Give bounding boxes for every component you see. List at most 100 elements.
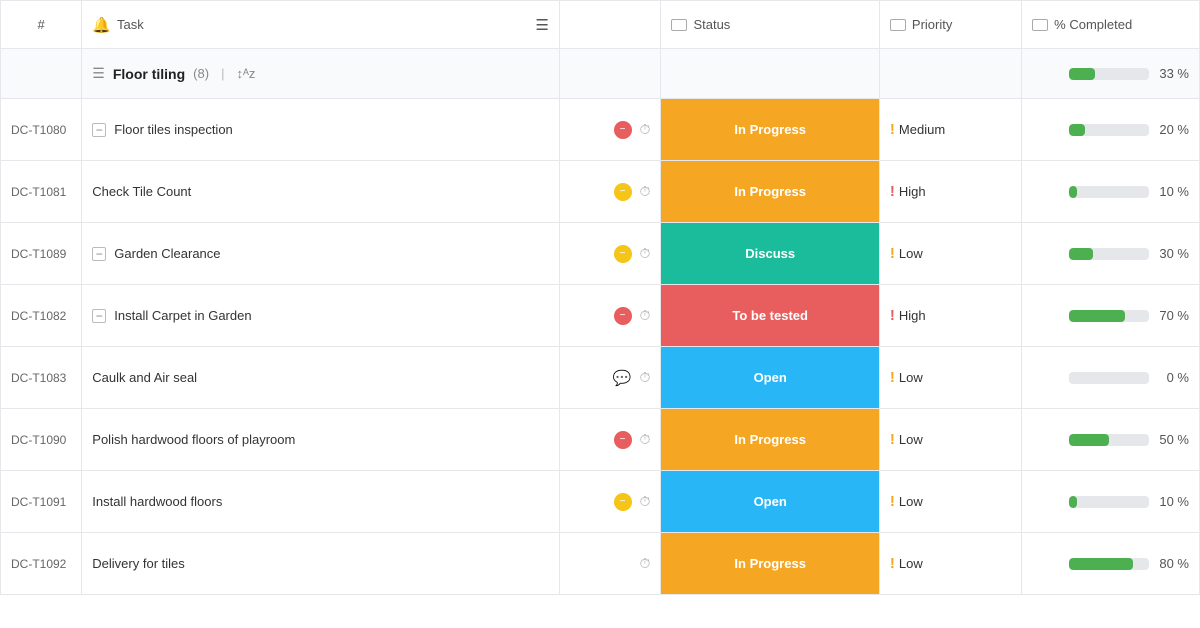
row-task: Polish hardwood floors of playroom	[82, 409, 560, 471]
row-task: Garden Clearance	[82, 223, 560, 285]
sort-az-icon[interactable]: ↕ᴬᴢ	[236, 66, 255, 81]
row-id: DC-T1082	[1, 285, 82, 347]
col-header-icons	[559, 1, 661, 49]
num-header-label: #	[38, 17, 45, 32]
status-badge[interactable]: In Progress	[661, 161, 878, 222]
row-completed: 80 %	[1022, 533, 1200, 595]
priority-label: Low	[899, 494, 923, 509]
progress-bar-bg	[1069, 496, 1149, 508]
task-label: Garden Clearance	[114, 246, 220, 261]
row-icons: −⏱	[559, 471, 661, 533]
row-priority: !Low	[879, 347, 1021, 409]
clock-icon: ⏱	[640, 431, 651, 448]
task-label: Install hardwood floors	[92, 494, 222, 509]
progress-bar-bg	[1069, 248, 1149, 260]
progress-bar-fill	[1069, 496, 1077, 508]
row-status[interactable]: To be tested	[661, 285, 879, 347]
row-priority: !Low	[879, 533, 1021, 595]
table-row: DC-T1081Check Tile Count−⏱In Progress!Hi…	[1, 161, 1200, 223]
group-num-cell	[1, 49, 82, 99]
progress-bar-fill	[1069, 248, 1093, 260]
row-status[interactable]: Open	[661, 471, 879, 533]
row-id: DC-T1083	[1, 347, 82, 409]
progress-bar-bg	[1069, 186, 1149, 198]
col-header-completed: % Completed	[1022, 1, 1200, 49]
col-header-priority: Priority	[879, 1, 1021, 49]
progress-bar-bg	[1069, 434, 1149, 446]
status-dot-red: −	[614, 121, 632, 139]
row-id: DC-T1089	[1, 223, 82, 285]
clock-icon: ⏱	[640, 369, 651, 386]
row-icons: −⏱	[559, 409, 661, 471]
priority-excl-icon: !	[890, 493, 895, 510]
row-completed: 10 %	[1022, 161, 1200, 223]
status-badge[interactable]: In Progress	[661, 409, 878, 470]
row-task: Floor tiles inspection	[82, 99, 560, 161]
row-priority: !Low	[879, 223, 1021, 285]
clock-icon: ⏱	[640, 121, 651, 138]
progress-bar-bg	[1069, 372, 1149, 384]
row-id: DC-T1091	[1, 471, 82, 533]
priority-excl-icon: !	[890, 183, 895, 200]
row-id: DC-T1092	[1, 533, 82, 595]
group-collapse-icon[interactable]: ☰	[92, 65, 105, 82]
table-row: DC-T1090Polish hardwood floors of playro…	[1, 409, 1200, 471]
table-row: DC-T1080Floor tiles inspection−⏱In Progr…	[1, 99, 1200, 161]
table-row: DC-T1089 Garden Clearance −⏱Discuss!Low 30 …	[1, 223, 1200, 285]
chat-icon: 💬	[613, 369, 632, 387]
progress-bar-fill	[1069, 558, 1133, 570]
priority-label: Medium	[899, 122, 945, 137]
bell-icon: 🔔	[92, 16, 111, 34]
clock-icon: ⏱	[640, 555, 651, 572]
task-label: Install Carpet in Garden	[114, 308, 251, 323]
progress-bar-bg	[1069, 310, 1149, 322]
row-task: Check Tile Count	[82, 161, 560, 223]
task-checkbox[interactable]	[92, 309, 106, 323]
table-row: DC-T1083Caulk and Air seal💬⏱Open!Low0 %	[1, 347, 1200, 409]
row-task: Install hardwood floors	[82, 471, 560, 533]
row-priority: ! Low	[879, 471, 1021, 533]
priority-label: High	[899, 308, 926, 323]
row-status[interactable]: In Progress	[661, 99, 879, 161]
status-badge[interactable]: Discuss	[661, 223, 878, 284]
group-priority-cell	[879, 49, 1021, 99]
row-status[interactable]: Discuss	[661, 223, 879, 285]
group-count: (8)	[193, 66, 209, 81]
row-completed: 50 %	[1022, 409, 1200, 471]
row-icons: 💬⏱	[559, 347, 661, 409]
row-status[interactable]: In Progress	[661, 533, 879, 595]
row-completed: 0 %	[1022, 347, 1200, 409]
row-status[interactable]: Open	[661, 347, 879, 409]
row-id: DC-T1081	[1, 161, 82, 223]
row-status[interactable]: In Progress	[661, 161, 879, 223]
task-checkbox[interactable]	[92, 247, 106, 261]
row-priority: ! High	[879, 161, 1021, 223]
status-badge[interactable]: Open	[661, 471, 878, 532]
pct-label: 10 %	[1157, 494, 1189, 509]
group-row: ☰ Floor tiling (8) | ↕ᴬᴢ 33 %	[1, 49, 1200, 99]
group-icons-cell	[559, 49, 661, 99]
priority-label: High	[899, 184, 926, 199]
status-badge[interactable]: In Progress	[661, 533, 878, 594]
group-progress-bar-fill	[1069, 68, 1095, 80]
status-badge[interactable]: To be tested	[661, 285, 878, 346]
status-badge[interactable]: In Progress	[661, 99, 878, 160]
status-badge[interactable]: Open	[661, 347, 878, 408]
progress-bar-fill	[1069, 124, 1085, 136]
row-priority: !Low	[879, 409, 1021, 471]
priority-excl-icon: !	[890, 307, 895, 324]
clock-icon: ⏱	[640, 493, 651, 510]
row-status[interactable]: In Progress	[661, 409, 879, 471]
status-dot-yellow: −	[614, 493, 632, 511]
task-label: Delivery for tiles	[92, 556, 184, 571]
pct-label: 20 %	[1157, 122, 1189, 137]
priority-label: Low	[899, 370, 923, 385]
pct-label: 30 %	[1157, 246, 1189, 261]
task-checkbox[interactable]	[92, 123, 106, 137]
filter-list-icon[interactable]: ☰	[535, 16, 548, 34]
status-dot-red: −	[614, 307, 632, 325]
priority-label: Low	[899, 246, 923, 261]
row-priority: ! High	[879, 285, 1021, 347]
row-task: Delivery for tiles	[82, 533, 560, 595]
row-icons: −⏱	[559, 223, 661, 285]
